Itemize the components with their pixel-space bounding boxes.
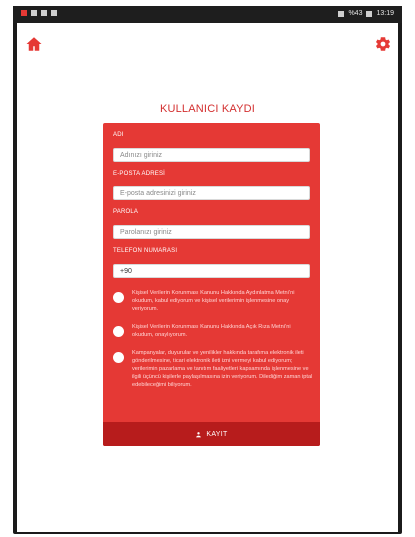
password-input[interactable]: Parolanızı giriniz [113, 225, 310, 239]
status-right: %43 13:19 [338, 10, 394, 17]
name-placeholder: Adınızı giriniz [120, 151, 163, 159]
submit-label: KAYIT [206, 430, 228, 438]
consent-text-1: Kişisel Verilerin Korunması Kanunu Hakkı… [132, 290, 295, 312]
email-placeholder: E-posta adresinizi giriniz [120, 189, 196, 197]
password-label: PAROLA [113, 209, 139, 215]
app-screen: KULLANICI KAYDI ADI Adınızı giriniz E-PO… [17, 23, 398, 532]
battery-icon [366, 10, 373, 17]
consent-text-3: Kampanyalar, duyurular ve yenilikler hak… [132, 350, 313, 388]
wifi-icon [338, 10, 345, 17]
status-left [21, 10, 57, 16]
consent-checkbox-2[interactable] [113, 326, 124, 337]
notification-icon [31, 10, 37, 16]
consent-text-2: Kişisel Verilerin Korunması Kanunu Hakkı… [132, 324, 291, 338]
phone-value: +90 [120, 267, 132, 275]
gear-icon[interactable] [374, 35, 392, 53]
phone-input[interactable]: +90 [113, 264, 310, 278]
email-input[interactable]: E-posta adresinizi giriniz [113, 186, 310, 200]
name-label: ADI [113, 132, 124, 138]
registration-form: ADI Adınızı giriniz E-POSTA ADRESİ E-pos… [103, 123, 320, 446]
phone-label: TELEFON NUMARASI [113, 248, 178, 254]
status-time: 13:19 [376, 10, 394, 17]
password-placeholder: Parolanızı giriniz [120, 228, 172, 236]
name-input[interactable]: Adınızı giriniz [113, 148, 310, 162]
home-icon[interactable] [25, 35, 43, 53]
user-icon [196, 431, 202, 437]
notification-icon [41, 10, 47, 16]
consent-row-1[interactable]: Kişisel Verilerin Korunması Kanunu Hakkı… [113, 289, 313, 313]
status-bar: %43 13:19 [13, 6, 402, 23]
email-label: E-POSTA ADRESİ [113, 171, 166, 177]
page-frame: %43 13:19 KULLANICI KAYDI ADI Adınızı gi… [0, 0, 415, 537]
notification-icon [21, 10, 27, 16]
consent-checkbox-1[interactable] [113, 292, 124, 303]
submit-button[interactable]: KAYIT [103, 422, 320, 446]
consent-row-3[interactable]: Kampanyalar, duyurular ve yenilikler hak… [113, 349, 313, 389]
consent-row-2[interactable]: Kişisel Verilerin Korunması Kanunu Hakkı… [113, 323, 313, 339]
notification-icon [51, 10, 57, 16]
page-title: KULLANICI KAYDI [159, 103, 256, 115]
battery-text: %43 [348, 10, 363, 17]
consent-checkbox-3[interactable] [113, 352, 124, 363]
